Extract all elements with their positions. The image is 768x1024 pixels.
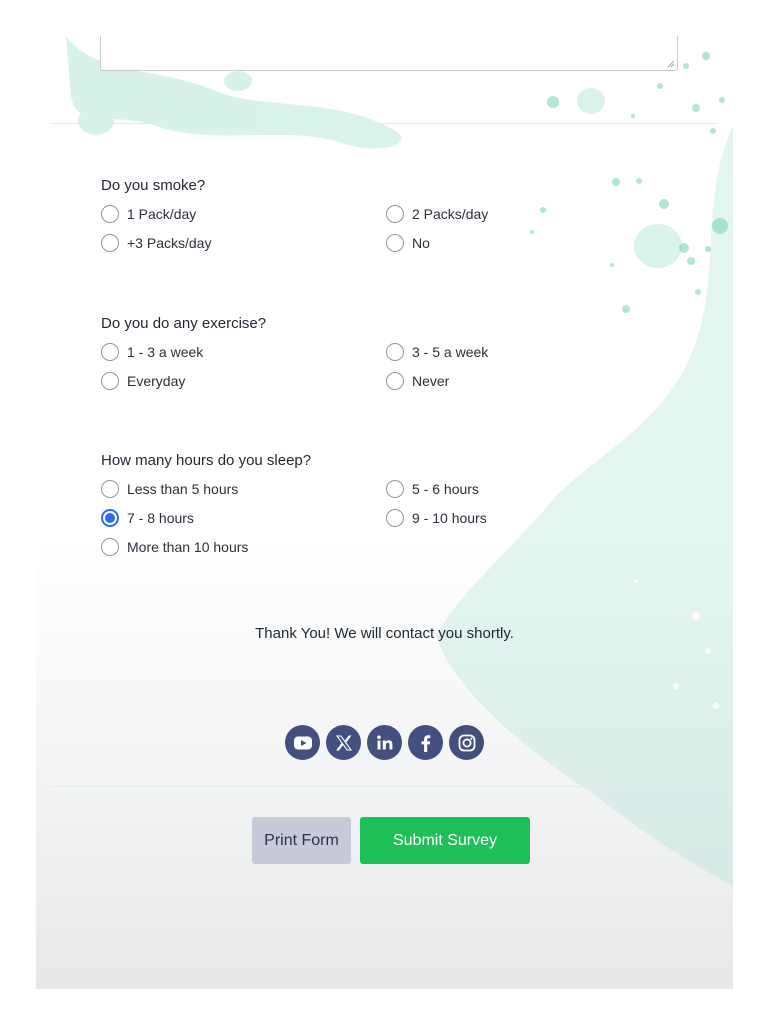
radio-button-selected[interactable]: [101, 508, 119, 527]
option-label: 1 - 3 a week: [127, 343, 204, 360]
option-never[interactable]: Never: [386, 371, 671, 390]
option-label: 7 - 8 hours: [127, 509, 194, 526]
question-label: Do you smoke?: [101, 177, 206, 194]
option-label: 5 - 6 hours: [412, 480, 479, 497]
submit-survey-button[interactable]: Submit Survey: [360, 817, 530, 864]
comments-textarea[interactable]: [100, 36, 678, 71]
radio-button[interactable]: [101, 479, 119, 498]
x-icon: [335, 734, 352, 751]
form-actions: Print Form Submit Survey: [252, 817, 530, 864]
option-7-8-hours[interactable]: 7 - 8 hours: [101, 508, 386, 527]
linkedin-link[interactable]: [367, 725, 402, 760]
radio-button[interactable]: [386, 508, 404, 527]
x-link[interactable]: [326, 725, 361, 760]
option-less-than-5-hours[interactable]: Less than 5 hours: [101, 479, 386, 498]
radio-button[interactable]: [386, 342, 404, 361]
social-links: [285, 725, 484, 760]
resize-grip-icon[interactable]: [667, 60, 675, 68]
linkedin-icon: [376, 734, 392, 749]
radio-button[interactable]: [386, 204, 404, 223]
options-group: 1 Pack/day 2 Packs/day +3 Packs/day No: [101, 204, 701, 252]
option-3-plus-packs-day[interactable]: +3 Packs/day: [101, 233, 386, 252]
option-more-than-10-hours[interactable]: More than 10 hours: [101, 537, 386, 556]
option-9-10-hours[interactable]: 9 - 10 hours: [386, 508, 671, 527]
option-1-3-a-week[interactable]: 1 - 3 a week: [101, 342, 386, 361]
option-label: No: [412, 234, 430, 251]
section-divider: [52, 123, 717, 124]
radio-button[interactable]: [101, 371, 119, 390]
youtube-link[interactable]: [285, 725, 320, 760]
instagram-link[interactable]: [449, 725, 484, 760]
option-1-pack-day[interactable]: 1 Pack/day: [101, 204, 386, 223]
option-label: Never: [412, 372, 450, 389]
option-label: 1 Pack/day: [127, 205, 197, 222]
survey-form-card: Do you smoke? 1 Pack/day 2 Packs/day +3 …: [36, 36, 733, 989]
option-3-5-a-week[interactable]: 3 - 5 a week: [386, 342, 671, 361]
option-2-packs-day[interactable]: 2 Packs/day: [386, 204, 671, 223]
youtube-icon: [293, 736, 312, 749]
radio-button[interactable]: [101, 342, 119, 361]
options-group: Less than 5 hours 5 - 6 hours 7 - 8 hour…: [101, 479, 701, 556]
radio-button[interactable]: [101, 537, 119, 556]
option-no[interactable]: No: [386, 233, 671, 252]
facebook-icon: [421, 734, 430, 752]
question-smoke: Do you smoke? 1 Pack/day 2 Packs/day +3 …: [101, 177, 701, 252]
print-form-button[interactable]: Print Form: [252, 817, 351, 864]
question-label: Do you do any exercise?: [101, 315, 267, 332]
question-sleep: How many hours do you sleep? Less than 5…: [101, 452, 701, 556]
footer-divider: [52, 786, 717, 787]
option-label: +3 Packs/day: [127, 234, 212, 251]
instagram-icon: [458, 734, 475, 751]
option-everyday[interactable]: Everyday: [101, 371, 386, 390]
facebook-link[interactable]: [408, 725, 443, 760]
option-label: 2 Packs/day: [412, 205, 489, 222]
option-label: Less than 5 hours: [127, 480, 239, 497]
question-exercise: Do you do any exercise? 1 - 3 a week 3 -…: [101, 315, 701, 390]
thank-you-message: Thank You! We will contact you shortly.: [255, 625, 514, 642]
radio-button[interactable]: [101, 233, 119, 252]
option-label: 9 - 10 hours: [412, 509, 487, 526]
radio-button[interactable]: [386, 233, 404, 252]
radio-button[interactable]: [386, 371, 404, 390]
options-group: 1 - 3 a week 3 - 5 a week Everyday Never: [101, 342, 701, 390]
option-5-6-hours[interactable]: 5 - 6 hours: [386, 479, 671, 498]
option-label: More than 10 hours: [127, 538, 249, 555]
option-label: 3 - 5 a week: [412, 343, 489, 360]
option-label: Everyday: [127, 372, 186, 389]
radio-button[interactable]: [386, 479, 404, 498]
question-label: How many hours do you sleep?: [101, 452, 312, 469]
radio-button[interactable]: [101, 204, 119, 223]
